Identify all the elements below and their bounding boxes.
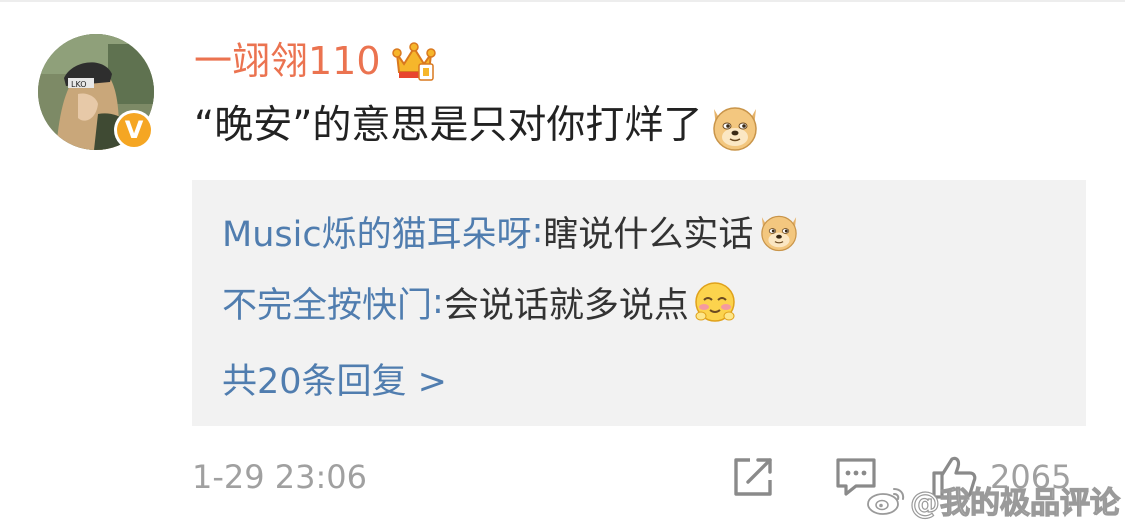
share-button[interactable] (730, 452, 776, 502)
doge-emoji-icon (761, 215, 798, 252)
reply-author[interactable]: 不完全按快门 (222, 277, 432, 328)
reply-item[interactable]: 不完全按快门 : 会说话就多说点 (222, 274, 737, 330)
weibo-logo-icon (867, 488, 905, 515)
username[interactable]: 一翊翎110 (194, 36, 381, 86)
blush-emoji-icon (695, 282, 735, 322)
timestamp: 1-29 23:06 (192, 458, 368, 496)
comment-text: “晚安”的意思是只对你打烊了 (194, 103, 703, 148)
username-row: 一翊翎110 (194, 36, 437, 86)
reply-text: 会说话就多说点 (443, 285, 689, 326)
reply-text: 瞎说什么实话 (543, 214, 754, 255)
more-replies-link[interactable]: 共20条回复 > (222, 350, 447, 406)
watermark-text: @我的极品评论 (909, 485, 1120, 521)
reply-separator: : (432, 282, 444, 322)
top-divider (0, 0, 1125, 2)
svg-text:LKO: LKO (71, 80, 87, 89)
verified-badge: V (114, 110, 154, 150)
verified-v-icon: V (117, 113, 151, 147)
comment-body: “晚安”的意思是只对你打烊了 (194, 96, 762, 156)
comment-card: LKO V 一翊翎110 “晚安”的意思是只对你打烊了 Music烁的猫耳朵呀 … (0, 0, 1125, 528)
reply-item[interactable]: Music烁的猫耳朵呀 : 瞎说什么实话 (222, 203, 801, 259)
share-icon (734, 458, 772, 496)
reply-separator: : (531, 211, 544, 251)
watermark: @我的极品评论 (866, 478, 1121, 522)
reply-author[interactable]: Music烁的猫耳朵呀 (222, 206, 532, 257)
doge-emoji-icon (713, 107, 758, 151)
crown-member-icon[interactable] (391, 38, 437, 84)
